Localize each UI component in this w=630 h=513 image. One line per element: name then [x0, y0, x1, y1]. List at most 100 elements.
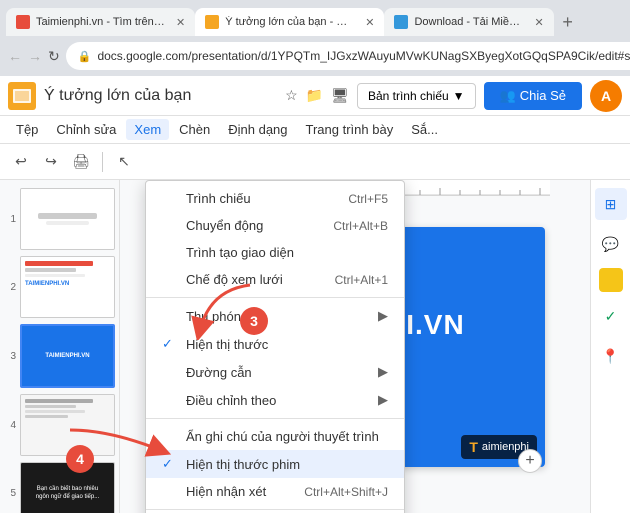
tab-3-favicon — [394, 15, 408, 29]
menu-item-trinh-chieu[interactable]: Trình chiếu Ctrl+F5 — [146, 185, 404, 212]
menu-chinh-sua[interactable]: Chỉnh sửa — [48, 119, 124, 140]
menu-tep[interactable]: Tệp — [8, 119, 46, 140]
tab-3[interactable]: Download - Tải Miền Phí VN - ... ✕ — [384, 8, 553, 36]
forward-button[interactable]: → — [28, 42, 42, 70]
toolbar-divider-1 — [102, 152, 103, 172]
menu-item-hien-thi-thuoc[interactable]: ✓ Hiện thị thước — [146, 330, 404, 358]
check-duong-can — [162, 365, 178, 380]
menu-item-dieu-chinh-theo-label: Điều chỉnh theo — [186, 393, 276, 408]
tab-bar: Taimienphi.vn - Tìm trên Google ... ✕ Ý … — [0, 0, 630, 36]
lock-icon: 🔒 — [78, 50, 92, 63]
menu-more[interactable]: Sắ... — [403, 119, 446, 140]
menu-item-chuyen-dong-label: Chuyển động — [186, 218, 263, 233]
app-profile-avatar[interactable]: A — [590, 80, 622, 112]
app-container: Ý tưởng lớn của bạn ☆ 📁 🖥 Bản trình chiế… — [0, 76, 630, 513]
menu-item-hien-nhan-xet-label: Hiện nhận xét — [186, 484, 266, 499]
tab-2[interactable]: Ý tưởng lớn của bạn - Google S... ✕ — [195, 8, 384, 36]
check-trinh-chieu — [162, 191, 178, 206]
check-chuyen-dong — [162, 218, 178, 233]
view-menu-dropdown: Trình chiếu Ctrl+F5 Chuyển động Ctrl+Alt… — [145, 180, 405, 513]
url-text: docs.google.com/presentation/d/1YPQTm_IJ… — [97, 49, 630, 63]
shortcut-che-do-xem-luoi: Ctrl+Alt+1 — [315, 273, 388, 287]
doc-title: Ý tưởng lớn của bạn — [44, 87, 277, 105]
app-header: Ý tưởng lớn của bạn ☆ 📁 🖥 Bản trình chiế… — [0, 76, 630, 116]
print-button[interactable]: 🖨 — [68, 149, 94, 175]
present-button[interactable]: Bản trình chiếu ▼ — [357, 83, 476, 109]
menu-item-duong-can[interactable]: Đường cẫn ▶ — [146, 358, 404, 386]
tab-3-close[interactable]: ✕ — [534, 16, 543, 29]
menu-item-hien-thi-thuoc-phim[interactable]: ✓ Hiện thị thước phim — [146, 450, 404, 478]
check-an-ghi-chu — [162, 429, 178, 444]
anno-4-number: 4 — [76, 451, 84, 467]
anno-3-number: 3 — [250, 313, 258, 329]
share-button-label: Chia Sẻ — [520, 88, 566, 103]
shortcut-chuyen-dong: Ctrl+Alt+B — [313, 219, 388, 233]
new-tab-button[interactable]: + — [554, 8, 582, 36]
slides-logo — [8, 82, 36, 110]
check-hien-thi-thuoc: ✓ — [162, 336, 178, 352]
undo-button[interactable]: ↩ — [8, 149, 34, 175]
menu-item-trinh-tao-giao-dien[interactable]: Trình tạo giao diện — [146, 239, 404, 266]
menu-item-an-ghi-chu-label: Ẩn ghi chú của người thuyết trình — [186, 429, 379, 444]
present-dropdown-icon[interactable]: ▼ — [453, 89, 465, 103]
check-che-do-xem-luoi — [162, 272, 178, 287]
redo-button[interactable]: ↪ — [38, 149, 64, 175]
menu-trang-trinh-bay[interactable]: Trang trình bày — [298, 119, 402, 140]
menu-item-thu-phong-label: Thu phóng — [186, 309, 248, 324]
menu-item-trinh-chieu-label: Trình chiếu — [186, 191, 251, 206]
menu-item-dieu-chinh-theo[interactable]: Điều chỉnh theo ▶ — [146, 386, 404, 414]
menu-item-duong-can-label: Đường cẫn — [186, 365, 252, 380]
menu-item-hien-thi-thuoc-phim-label: Hiện thị thước phim — [186, 457, 300, 472]
url-bar[interactable]: 🔒 docs.google.com/presentation/d/1YPQTm_… — [66, 42, 630, 70]
tab-1-favicon — [16, 15, 30, 29]
tab-3-label: Download - Tải Miền Phí VN - ... — [414, 16, 524, 28]
address-bar: ← → ↻ 🔒 docs.google.com/presentation/d/1… — [0, 36, 630, 76]
tab-2-favicon — [205, 15, 219, 29]
tab-1-close[interactable]: ✕ — [176, 16, 185, 29]
dropdown-overlay: Trình chiếu Ctrl+F5 Chuyển động Ctrl+Alt… — [0, 180, 630, 513]
menu-chen[interactable]: Chèn — [171, 119, 218, 140]
present-button-label: Bản trình chiếu — [368, 89, 449, 103]
divider-2 — [146, 418, 404, 419]
menu-item-chuyen-dong[interactable]: Chuyển động Ctrl+Alt+B — [146, 212, 404, 239]
tab-2-label: Ý tưởng lớn của bạn - Google S... — [225, 16, 355, 28]
divider-3 — [146, 509, 404, 510]
annotation-3: 3 — [240, 307, 268, 335]
menu-bar: Tệp Chỉnh sửa Xem Chèn Định dạng Trang t… — [0, 116, 630, 144]
share-icon: 👥 — [500, 88, 516, 104]
menu-item-trinh-tao-giao-dien-label: Trình tạo giao diện — [186, 245, 294, 260]
menu-xem[interactable]: Xem — [126, 119, 169, 140]
shortcut-trinh-chieu: Ctrl+F5 — [328, 192, 388, 206]
back-button[interactable]: ← — [8, 42, 22, 70]
menu-item-thu-phong[interactable]: Thu phóng ▶ — [146, 302, 404, 330]
menu-item-hien-thi-thuoc-label: Hiện thị thước — [186, 337, 268, 352]
tab-1-label: Taimienphi.vn - Tìm trên Google ... — [36, 16, 166, 28]
shortcut-hien-nhan-xet: Ctrl+Alt+Shift+J — [284, 485, 388, 499]
cursor-button[interactable]: ↖ — [111, 149, 137, 175]
check-dieu-chinh-theo — [162, 393, 178, 408]
submenu-arrow-thu-phong: ▶ — [378, 308, 388, 324]
check-thu-phong — [162, 309, 178, 324]
menu-item-an-ghi-chu[interactable]: Ẩn ghi chú của người thuyết trình — [146, 423, 404, 450]
menu-dinh-dang[interactable]: Định dạng — [220, 119, 295, 140]
check-trinh-tao-giao-dien — [162, 245, 178, 260]
annotation-4: 4 — [66, 445, 94, 473]
menu-item-che-do-xem-luoi-label: Chế độ xem lưới — [186, 272, 283, 287]
folder-icon[interactable]: 📁 — [306, 87, 323, 104]
tab-2-close[interactable]: ✕ — [365, 16, 374, 29]
submenu-arrow-dieu-chinh-theo: ▶ — [378, 392, 388, 408]
toolbar: ↩ ↪ 🖨 ↖ — [0, 144, 630, 180]
main-area: 1 2 TAIMIENPHI.VN — [0, 180, 630, 513]
tab-1[interactable]: Taimienphi.vn - Tìm trên Google ... ✕ — [6, 8, 195, 36]
browser-chrome: Taimienphi.vn - Tìm trên Google ... ✕ Ý … — [0, 0, 630, 76]
divider-1 — [146, 297, 404, 298]
check-hien-thi-thuoc-phim: ✓ — [162, 456, 178, 472]
share-button[interactable]: 👥 Chia Sẻ — [484, 82, 582, 110]
present-icon[interactable]: 🖥 — [331, 87, 349, 104]
star-icon[interactable]: ☆ — [285, 87, 298, 104]
check-hien-nhan-xet — [162, 484, 178, 499]
reload-button[interactable]: ↻ — [48, 42, 60, 70]
menu-item-hien-nhan-xet[interactable]: Hiện nhận xét Ctrl+Alt+Shift+J — [146, 478, 404, 505]
menu-item-che-do-xem-luoi[interactable]: Chế độ xem lưới Ctrl+Alt+1 — [146, 266, 404, 293]
submenu-arrow-duong-can: ▶ — [378, 364, 388, 380]
